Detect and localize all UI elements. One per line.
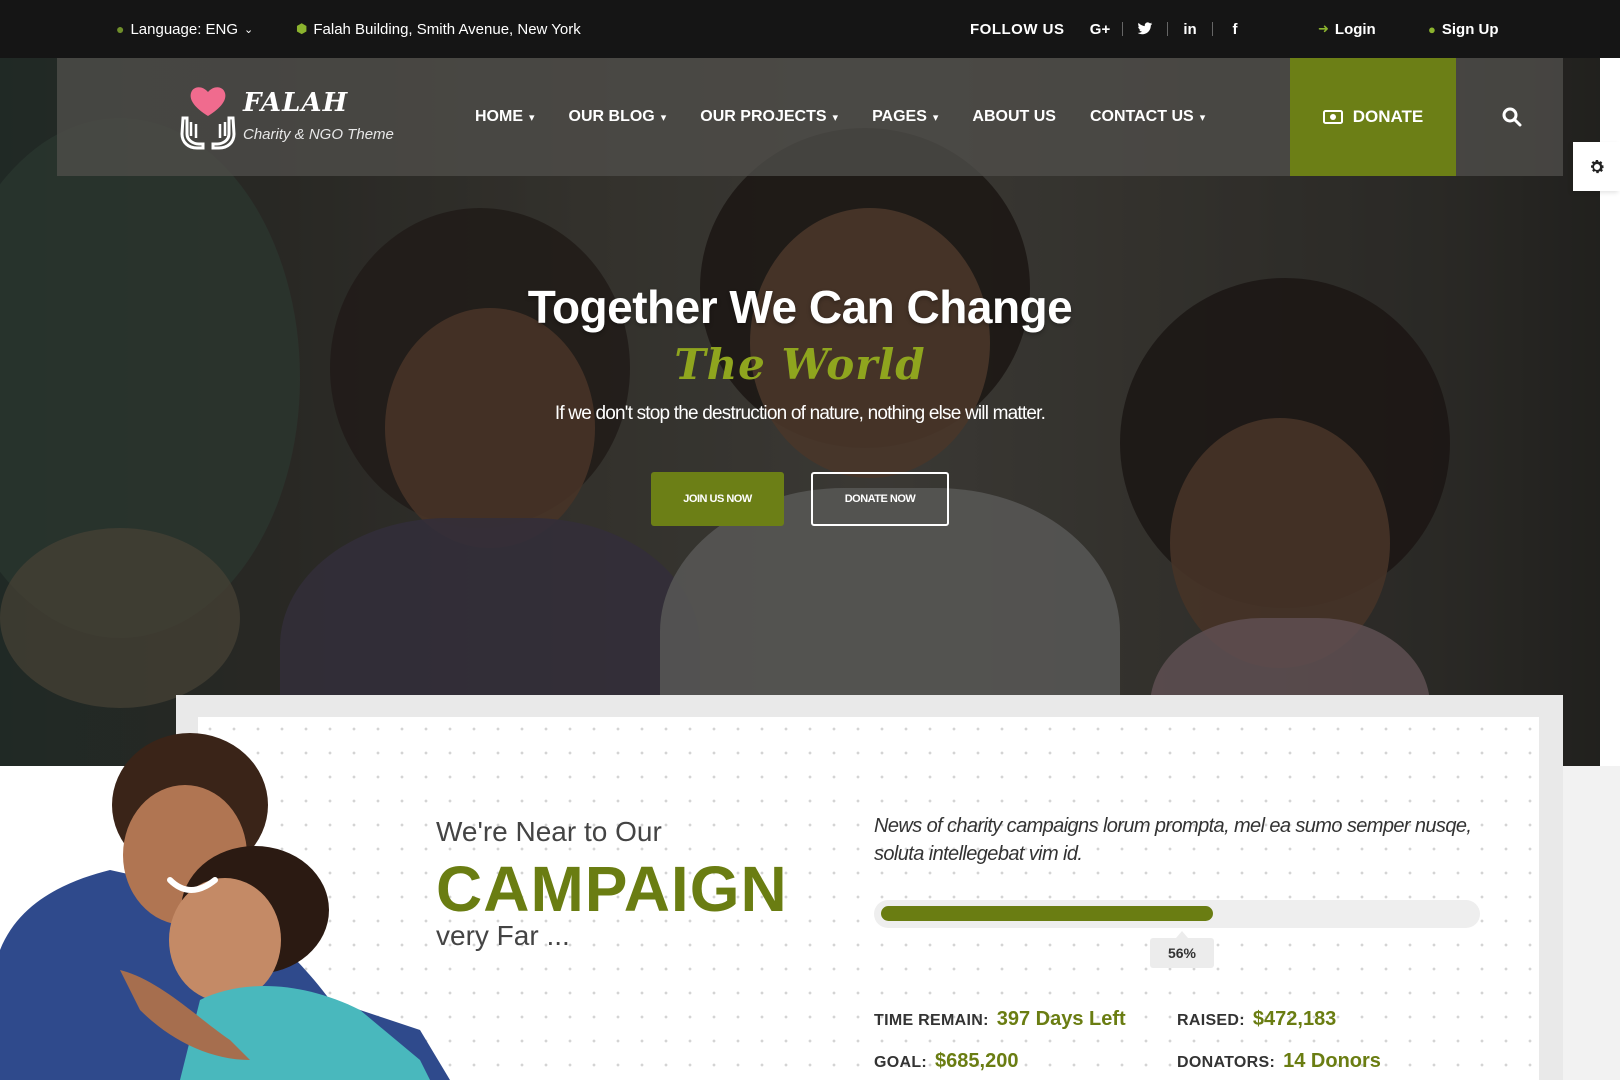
stat-value: 14 Donors (1283, 1050, 1381, 1072)
nav-item-label: ABOUT US (972, 108, 1056, 125)
nav-item-our-projects[interactable]: OUR PROJECTS ▾ (700, 108, 838, 126)
divider (1122, 22, 1123, 36)
stat-donators: DONATORS: 14 Donors (1177, 1050, 1381, 1073)
nav-item-pages[interactable]: PAGES ▾ (872, 108, 938, 126)
stat-label: TIME REMAIN: (874, 1012, 989, 1029)
progress-percent-badge: 56% (1150, 931, 1214, 968)
stat-label: RAISED: (1177, 1012, 1245, 1029)
login-link[interactable]: ➜ Login (1318, 0, 1376, 58)
linkedin-icon[interactable]: in (1176, 19, 1204, 39)
progress-track (874, 900, 1480, 928)
brand-logo[interactable]: FALAH Charity & NGO Theme (177, 82, 397, 152)
donate-label: DONATE (1352, 107, 1424, 126)
hero-subheadline: The World (674, 340, 926, 389)
facebook-icon[interactable]: f (1221, 19, 1249, 39)
settings-button[interactable] (1573, 142, 1620, 191)
nav-item-about-us[interactable]: ABOUT US (972, 108, 1056, 126)
stat-value: $685,200 (935, 1050, 1019, 1072)
map-pin-icon: ⬢ (296, 21, 308, 36)
stat-label: GOAL: (874, 1054, 928, 1071)
sign-in-icon: ➜ (1318, 21, 1329, 36)
join-us-button[interactable]: JOIN US NOW (651, 472, 784, 526)
brand-name: FALAH (243, 88, 349, 118)
top-bar: ● Language: ENG ⌄ ⬢ Falah Building, Smit… (0, 0, 1620, 58)
google-plus-icon[interactable]: G+ (1086, 19, 1114, 39)
heart-hands-icon (180, 87, 236, 150)
nav-item-contact-us[interactable]: CONTACT US ▾ (1090, 108, 1205, 126)
chevron-down-icon: ▾ (529, 111, 535, 124)
language-label: Language: ENG (130, 20, 239, 38)
nav-item-home[interactable]: HOME ▾ (475, 108, 535, 126)
chevron-down-icon: ▾ (1199, 111, 1206, 124)
chevron-down-icon: ⌄ (244, 23, 254, 36)
user-icon: ● (1428, 21, 1436, 37)
stat-raised: RAISED: $472,183 (1177, 1008, 1336, 1031)
chevron-down-icon: ▾ (660, 111, 667, 124)
donate-now-button[interactable]: DONATE NOW (811, 472, 949, 526)
nav-menu: HOME ▾ OUR BLOG ▾ OUR PROJECTS ▾ PAGES ▾… (475, 58, 1205, 176)
hero-headline: Together We Can Change (527, 281, 1073, 333)
hugging-children-photo (0, 733, 450, 1080)
signup-label: Sign Up (1441, 20, 1499, 38)
search-icon (1502, 107, 1522, 127)
stat-time-remain: TIME REMAIN: 397 Days Left (874, 1008, 1126, 1031)
login-label: Login (1334, 20, 1376, 38)
brand-tagline: Charity & NGO Theme (243, 126, 394, 143)
social-links: G+ in f (1086, 0, 1249, 58)
campaign-description: News of charity campaigns lorum prompta,… (874, 815, 1472, 865)
stat-value: 397 Days Left (996, 1008, 1126, 1030)
twitter-icon[interactable] (1131, 19, 1159, 39)
search-button[interactable] (1477, 58, 1547, 176)
money-icon (1322, 110, 1343, 124)
campaign-intro: We're Near to Our (436, 816, 662, 847)
main-navigation: FALAH Charity & NGO Theme HOME ▾ OUR BLO… (57, 58, 1563, 176)
campaign-outro: very Far ... (436, 920, 570, 951)
language-selector[interactable]: ● Language: ENG ⌄ (116, 0, 253, 58)
address: ⬢ Falah Building, Smith Avenue, New York (296, 0, 581, 58)
campaign-title: CAMPAIGN (436, 853, 788, 925)
nav-item-label: PAGES (872, 108, 927, 125)
chevron-down-icon: ▾ (932, 111, 939, 124)
nav-item-label: OUR PROJECTS (700, 108, 827, 125)
hero-tagline: If we don't stop the destruction of natu… (554, 403, 1046, 424)
divider (1167, 22, 1168, 36)
nav-item-label: CONTACT US (1089, 108, 1194, 125)
nav-item-label: OUR BLOG (568, 108, 655, 125)
chevron-down-icon: ▾ (832, 111, 839, 124)
nav-item-label: HOME (475, 108, 523, 125)
follow-us-label: FOLLOW US (970, 20, 1065, 38)
globe-icon: ● (116, 21, 125, 37)
page: ● Language: ENG ⌄ ⬢ Falah Building, Smit… (0, 0, 1620, 1080)
donate-button[interactable]: DONATE (1290, 58, 1456, 176)
stat-value: $472,183 (1252, 1008, 1337, 1030)
progress-fill (881, 906, 1213, 921)
signup-link[interactable]: ● Sign Up (1428, 0, 1499, 58)
stat-goal: GOAL: $685,200 (874, 1050, 1018, 1073)
nav-item-our-blog[interactable]: OUR BLOG ▾ (569, 108, 667, 126)
gear-icon (1590, 159, 1604, 173)
address-text: Falah Building, Smith Avenue, New York (313, 20, 581, 38)
stat-label: DONATORS: (1177, 1054, 1276, 1071)
divider (1212, 22, 1213, 36)
